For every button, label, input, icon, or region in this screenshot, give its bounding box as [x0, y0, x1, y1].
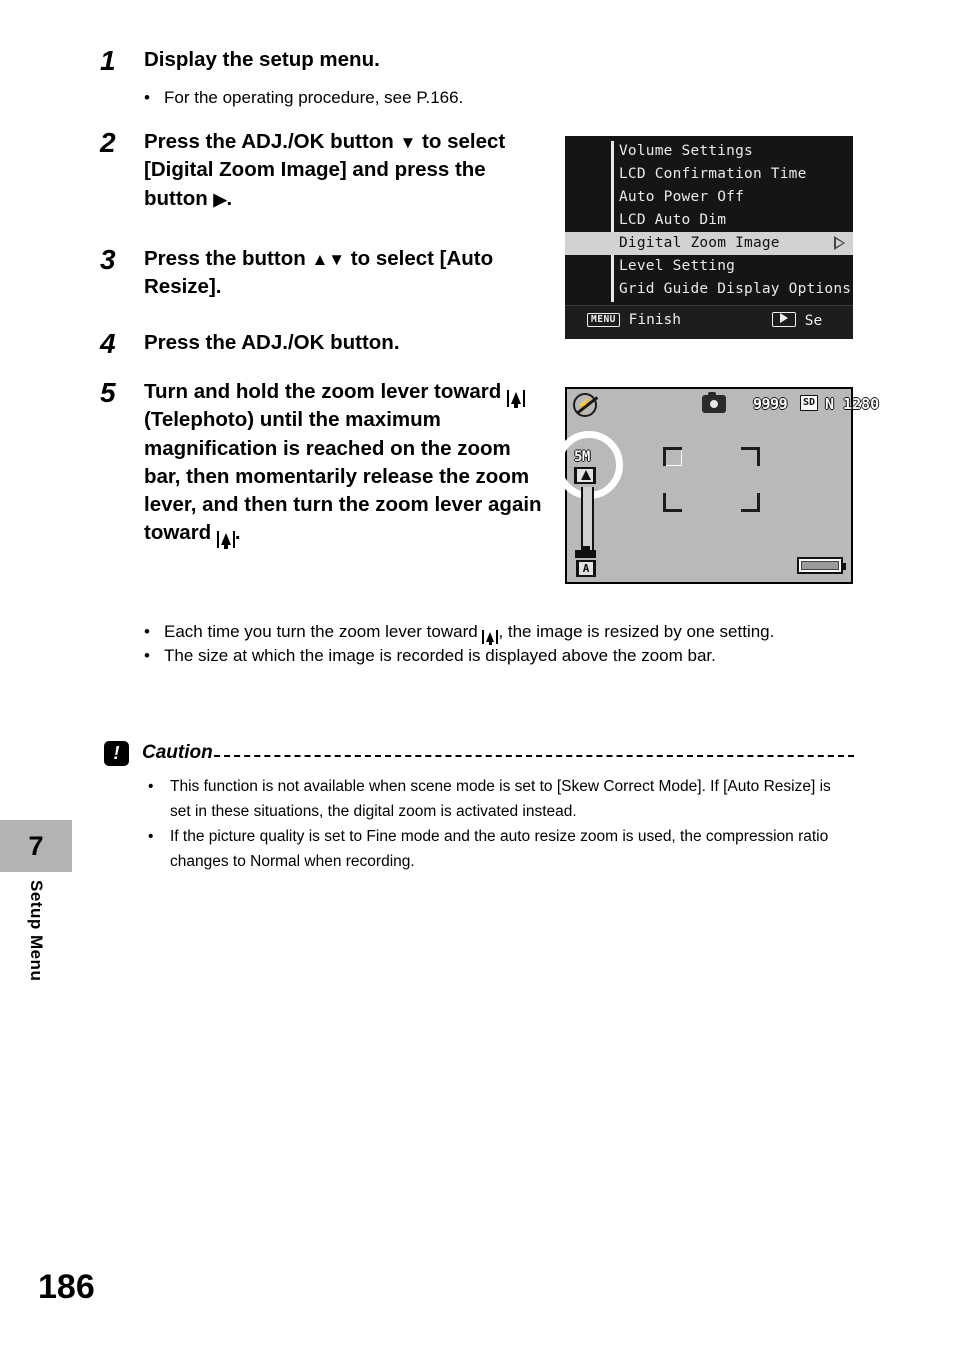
- camera-menu-screenshot: Volume Settings LCD Confirmation Time Au…: [565, 136, 853, 339]
- chapter-number: 7: [28, 830, 44, 861]
- manual-page: 1 Display the setup menu. • For the oper…: [0, 0, 954, 1350]
- bullet-dot: •: [148, 778, 154, 795]
- caution-item-1: This function is not available when scen…: [170, 778, 831, 821]
- list-item: • The size at which the image is recorde…: [144, 644, 856, 667]
- page-number: 186: [38, 1268, 95, 1306]
- step-2-text-c: .: [226, 186, 233, 210]
- step-5-bullet-1: Each time you turn the zoom lever toward…: [164, 620, 856, 645]
- step-4-text: Press the ADJ./OK button.: [144, 331, 400, 354]
- caution-divider: [213, 754, 854, 757]
- telephoto-icon: [506, 390, 525, 408]
- bullet-text-b: , the image is resized by one setting.: [498, 622, 775, 641]
- step-2-text-a: Press the ADJ./OK button: [144, 130, 400, 153]
- caution-list: • This function is not available when sc…: [104, 774, 854, 874]
- bullet-dot: •: [144, 622, 150, 641]
- step-3: 3 Press the button ▲▼ to select [Auto Re…: [100, 245, 550, 302]
- list-item: • If the picture quality is set to Fine …: [104, 824, 854, 874]
- step-5-bullets: • Each time you turn the zoom lever towa…: [144, 620, 856, 668]
- menu-item-level-setting[interactable]: Level Setting: [565, 255, 853, 278]
- bullet-dot: •: [148, 828, 154, 846]
- menu-finish-label: Finish: [628, 312, 682, 328]
- menu-item-lcd-confirmation-time[interactable]: LCD Confirmation Time: [565, 163, 853, 186]
- bullet-dot: •: [144, 646, 150, 666]
- menu-item-auto-power-off[interactable]: Auto Power Off: [565, 186, 853, 209]
- telephoto-icon: [482, 630, 499, 645]
- af-bracket-bottom-right: [741, 493, 760, 512]
- step-4-number: 4: [100, 328, 116, 359]
- menu-button-badge: MENU: [587, 313, 620, 327]
- step-5-text-b: (Telephoto) until the maximum magnificat…: [144, 408, 542, 545]
- arrow-right-icon: ▶: [213, 189, 227, 209]
- sd-card-badge: SD: [800, 395, 819, 411]
- menu-select-label: Se: [804, 313, 823, 329]
- step-3-number: 3: [100, 244, 116, 275]
- chapter-tab: 7: [0, 820, 72, 872]
- step-1-bullet-text: For the operating procedure, see P.166.: [164, 88, 464, 107]
- af-bracket-top-right: [741, 447, 760, 466]
- bullet-dot: •: [144, 88, 150, 107]
- menu-select-action[interactable]: Se: [772, 312, 822, 329]
- zoom-bar: [581, 487, 594, 555]
- step-1-text: Display the setup menu.: [144, 48, 380, 71]
- chapter-label-text: Setup Menu: [27, 880, 46, 982]
- step-1-bullets: • For the operating procedure, see P.166…: [144, 86, 564, 110]
- menu-item-digital-zoom-image[interactable]: Digital Zoom Image: [565, 232, 853, 255]
- chapter-label: Setup Menu: [0, 880, 72, 1060]
- menu-finish-action[interactable]: MENU Finish: [587, 312, 681, 328]
- step-4: 4 Press the ADJ./OK button.: [100, 328, 550, 359]
- telephoto-icon: [574, 467, 596, 484]
- still-camera-icon: [702, 392, 726, 413]
- quality-and-size: N 1280: [825, 395, 880, 413]
- play-icon: [772, 312, 796, 327]
- step-2-text: Press the ADJ./OK button ▼ to select [Di…: [144, 128, 550, 213]
- zoom-size-label: 5M: [574, 449, 590, 465]
- camera-lcd-screenshot: ⚡ 9999 SD N 1280 5M A: [555, 387, 879, 584]
- caution-item-2: If the picture quality is set to Fine mo…: [170, 828, 829, 871]
- zoom-bar-knob: [575, 546, 596, 558]
- caution-header: ! Caution: [104, 740, 854, 766]
- shots-remaining: 9999: [753, 395, 788, 413]
- list-item: • For the operating procedure, see P.166…: [144, 86, 564, 109]
- chevron-right-icon: [834, 236, 845, 250]
- step-5-bullet-2: The size at which the image is recorded …: [164, 646, 716, 666]
- arrow-up-down-icon: ▲▼: [311, 250, 346, 269]
- menu-item-lcd-auto-dim[interactable]: LCD Auto Dim: [565, 209, 853, 232]
- list-item: • Each time you turn the zoom lever towa…: [144, 620, 856, 645]
- caution-block: ! Caution • This function is not availab…: [104, 740, 854, 874]
- step-5-text-c: .: [234, 521, 241, 545]
- step-3-text-a: Press the button: [144, 247, 312, 270]
- bullet-text-a: Each time you turn the zoom lever toward: [164, 622, 483, 641]
- menu-item-volume-settings[interactable]: Volume Settings: [565, 140, 853, 163]
- menu-footer: MENU Finish Se: [565, 305, 853, 339]
- telephoto-icon: [216, 531, 235, 550]
- step-1: 1 Display the setup menu.: [100, 45, 560, 76]
- step-5-text: Turn and hold the zoom lever toward (Tel…: [144, 378, 550, 550]
- step-1-number: 1: [100, 45, 116, 76]
- arrow-down-icon: ▼: [399, 133, 417, 152]
- af-bracket-top-left: [663, 447, 682, 466]
- step-2-number: 2: [100, 127, 116, 158]
- menu-item-label: Digital Zoom Image: [619, 235, 780, 251]
- step-2: 2 Press the ADJ./OK button ▼ to select […: [100, 128, 550, 213]
- list-item: • This function is not available when sc…: [104, 774, 854, 824]
- step-5: 5 Turn and hold the zoom lever toward (T…: [100, 377, 550, 550]
- caution-title: Caution: [142, 742, 213, 763]
- battery-icon: [797, 557, 846, 574]
- step-5-number: 5: [100, 377, 116, 408]
- menu-item-grid-guide-display-options[interactable]: Grid Guide Display Options: [565, 278, 853, 301]
- step-3-text: Press the button ▲▼ to select [Auto Resi…: [144, 245, 550, 302]
- menu-list: Volume Settings LCD Confirmation Time Au…: [565, 140, 853, 301]
- battery-fill: [801, 561, 839, 570]
- lcd-status-bar: ⚡ 9999 SD N 1280: [567, 389, 879, 421]
- wide-auto-icon: A: [576, 560, 596, 577]
- exclamation-icon: !: [104, 740, 129, 766]
- af-bracket-bottom-left: [663, 493, 682, 512]
- flash-off-icon: ⚡: [573, 393, 599, 417]
- step-5-text-a: Turn and hold the zoom lever toward: [144, 380, 507, 403]
